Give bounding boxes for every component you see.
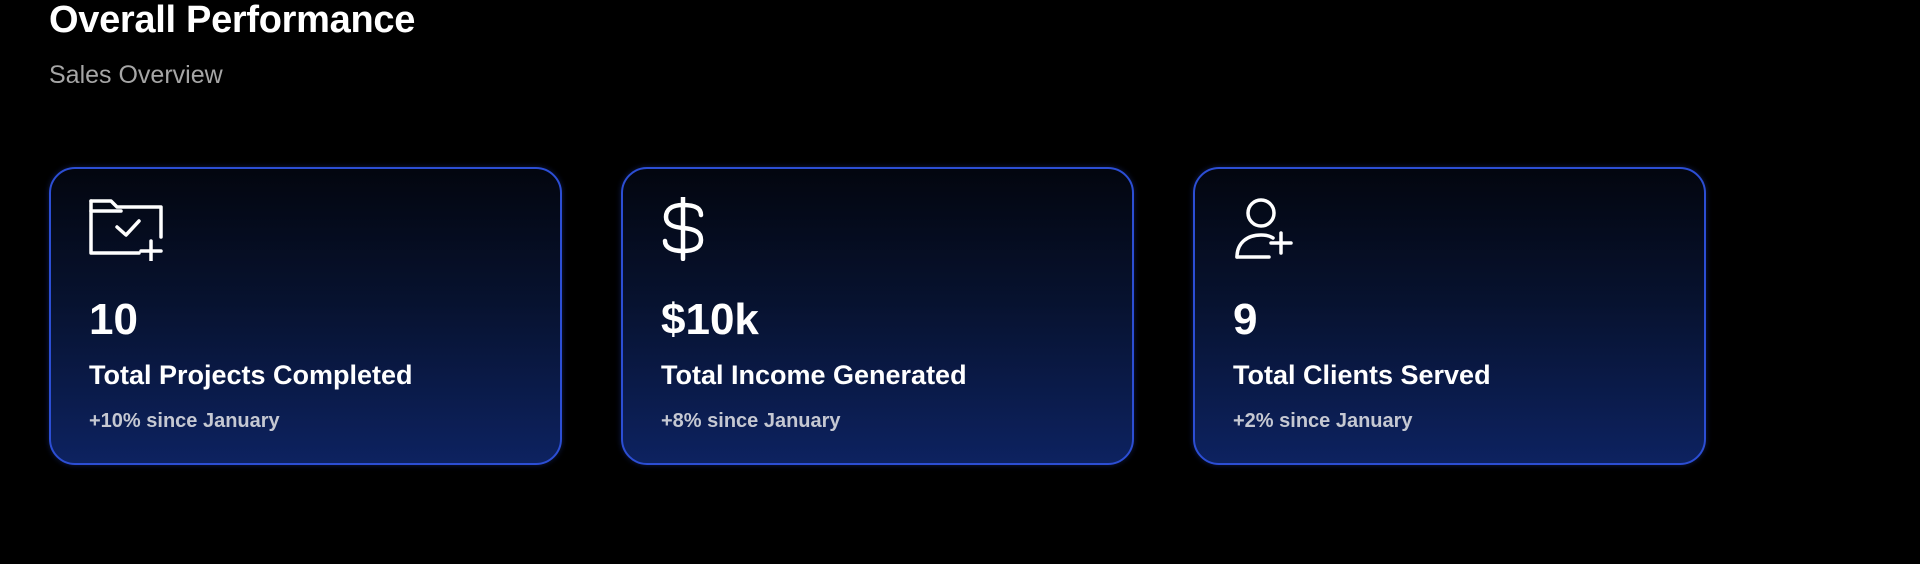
stat-card-clients[interactable]: 9 Total Clients Served +2% since January	[1193, 167, 1706, 465]
dollar-icon	[661, 197, 741, 261]
performance-page: Overall Performance Sales Overview 10 To…	[0, 0, 1920, 564]
folder-check-plus-icon	[89, 197, 169, 261]
stat-label: Total Income Generated	[661, 360, 967, 390]
stat-value: 10	[89, 295, 138, 344]
stat-cards: 10 Total Projects Completed +10% since J…	[49, 167, 1706, 465]
stat-card-projects[interactable]: 10 Total Projects Completed +10% since J…	[49, 167, 562, 465]
page-title: Overall Performance	[49, 0, 416, 41]
page-subtitle: Sales Overview	[49, 61, 223, 89]
stat-change: +8% since January	[661, 410, 841, 432]
user-plus-icon	[1233, 197, 1313, 261]
stat-label: Total Clients Served	[1233, 360, 1491, 390]
stat-change: +10% since January	[89, 410, 280, 432]
stat-value: 9	[1233, 295, 1258, 344]
stat-card-income[interactable]: $10k Total Income Generated +8% since Ja…	[621, 167, 1134, 465]
stat-change: +2% since January	[1233, 410, 1413, 432]
stat-value: $10k	[661, 295, 759, 344]
stat-label: Total Projects Completed	[89, 360, 413, 390]
